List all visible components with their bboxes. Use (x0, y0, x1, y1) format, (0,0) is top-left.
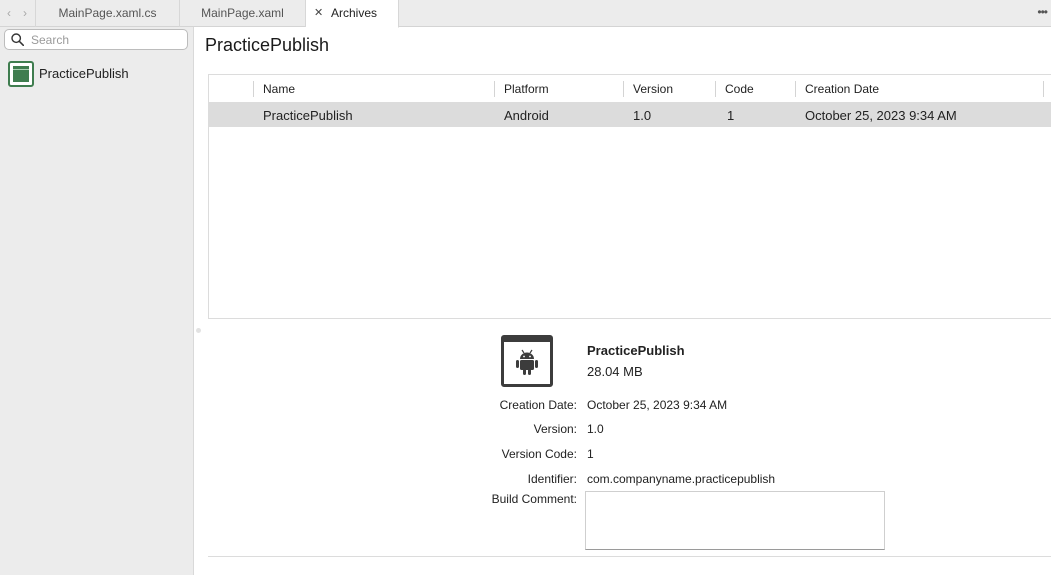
detail-app-name: PracticePublish (587, 343, 685, 358)
cell-code: 1 (727, 108, 735, 123)
identifier-value: com.companyname.practicepublish (587, 472, 776, 486)
column-header-platform[interactable]: Platform (504, 82, 549, 96)
creation-date-value: October 25, 2023 9:34 AM (587, 398, 728, 412)
tab-label: MainPage.xaml.cs (58, 6, 157, 20)
table-row[interactable]: PracticePublish Android 1.0 1 October 25… (209, 103, 1051, 127)
column-divider[interactable] (253, 81, 254, 97)
column-divider[interactable] (715, 81, 716, 97)
chevron-right-icon[interactable]: › (18, 5, 32, 21)
tab-mainpage-xaml[interactable]: MainPage.xaml (180, 0, 306, 27)
cell-name: PracticePublish (263, 108, 353, 123)
column-header-name[interactable]: Name (263, 82, 295, 96)
tab-label: MainPage.xaml (201, 6, 284, 20)
archives-table: Name Platform Version Code Creation Date… (208, 74, 1051, 319)
cell-version: 1.0 (633, 108, 652, 123)
search-icon (11, 33, 24, 46)
tab-mainpage-xaml-cs[interactable]: MainPage.xaml.cs (35, 0, 180, 27)
version-label: Version: (533, 422, 577, 436)
search-input[interactable] (31, 32, 181, 47)
close-icon[interactable]: ✕ (314, 0, 323, 26)
column-header-version[interactable]: Version (633, 82, 673, 96)
android-icon (501, 335, 553, 387)
column-divider[interactable] (1043, 81, 1044, 97)
tab-label: Archives (331, 6, 378, 20)
version-code-value: 1 (587, 447, 594, 461)
column-divider[interactable] (494, 81, 495, 97)
identifier-label: Identifier: (527, 472, 577, 486)
divider (208, 556, 1051, 557)
column-header-code[interactable]: Code (725, 82, 754, 96)
cell-platform: Android (504, 108, 549, 123)
detail-app-size: 28.04 MB (587, 364, 643, 379)
search-box[interactable] (4, 29, 188, 50)
tab-bar: ‹ › MainPage.xaml.cs MainPage.xaml ✕ Arc… (0, 0, 1051, 28)
sidebar: PracticePublish (0, 27, 194, 575)
column-divider[interactable] (795, 81, 796, 97)
sidebar-item-label: PracticePublish (39, 66, 129, 81)
sidebar-item-practicepublish[interactable]: PracticePublish (0, 60, 193, 88)
column-header-creation-date[interactable]: Creation Date (805, 82, 879, 96)
chevron-left-icon[interactable]: ‹ (2, 5, 16, 21)
version-value: 1.0 (587, 422, 604, 436)
table-header: Name Platform Version Code Creation Date (209, 75, 1051, 103)
cell-creation-date: October 25, 2023 9:34 AM (805, 108, 957, 123)
creation-date-label: Creation Date: (499, 398, 577, 412)
version-code-label: Version Code: (501, 447, 577, 461)
build-comment-input[interactable] (585, 491, 885, 550)
app-window-icon (8, 61, 34, 87)
tab-archives[interactable]: ✕ Archives (306, 0, 399, 28)
more-icon[interactable]: ••• (1037, 0, 1048, 24)
column-divider[interactable] (623, 81, 624, 97)
build-comment-label: Build Comment: (491, 492, 577, 506)
page-title: PracticePublish (205, 35, 330, 55)
splitter-handle[interactable] (196, 328, 201, 333)
